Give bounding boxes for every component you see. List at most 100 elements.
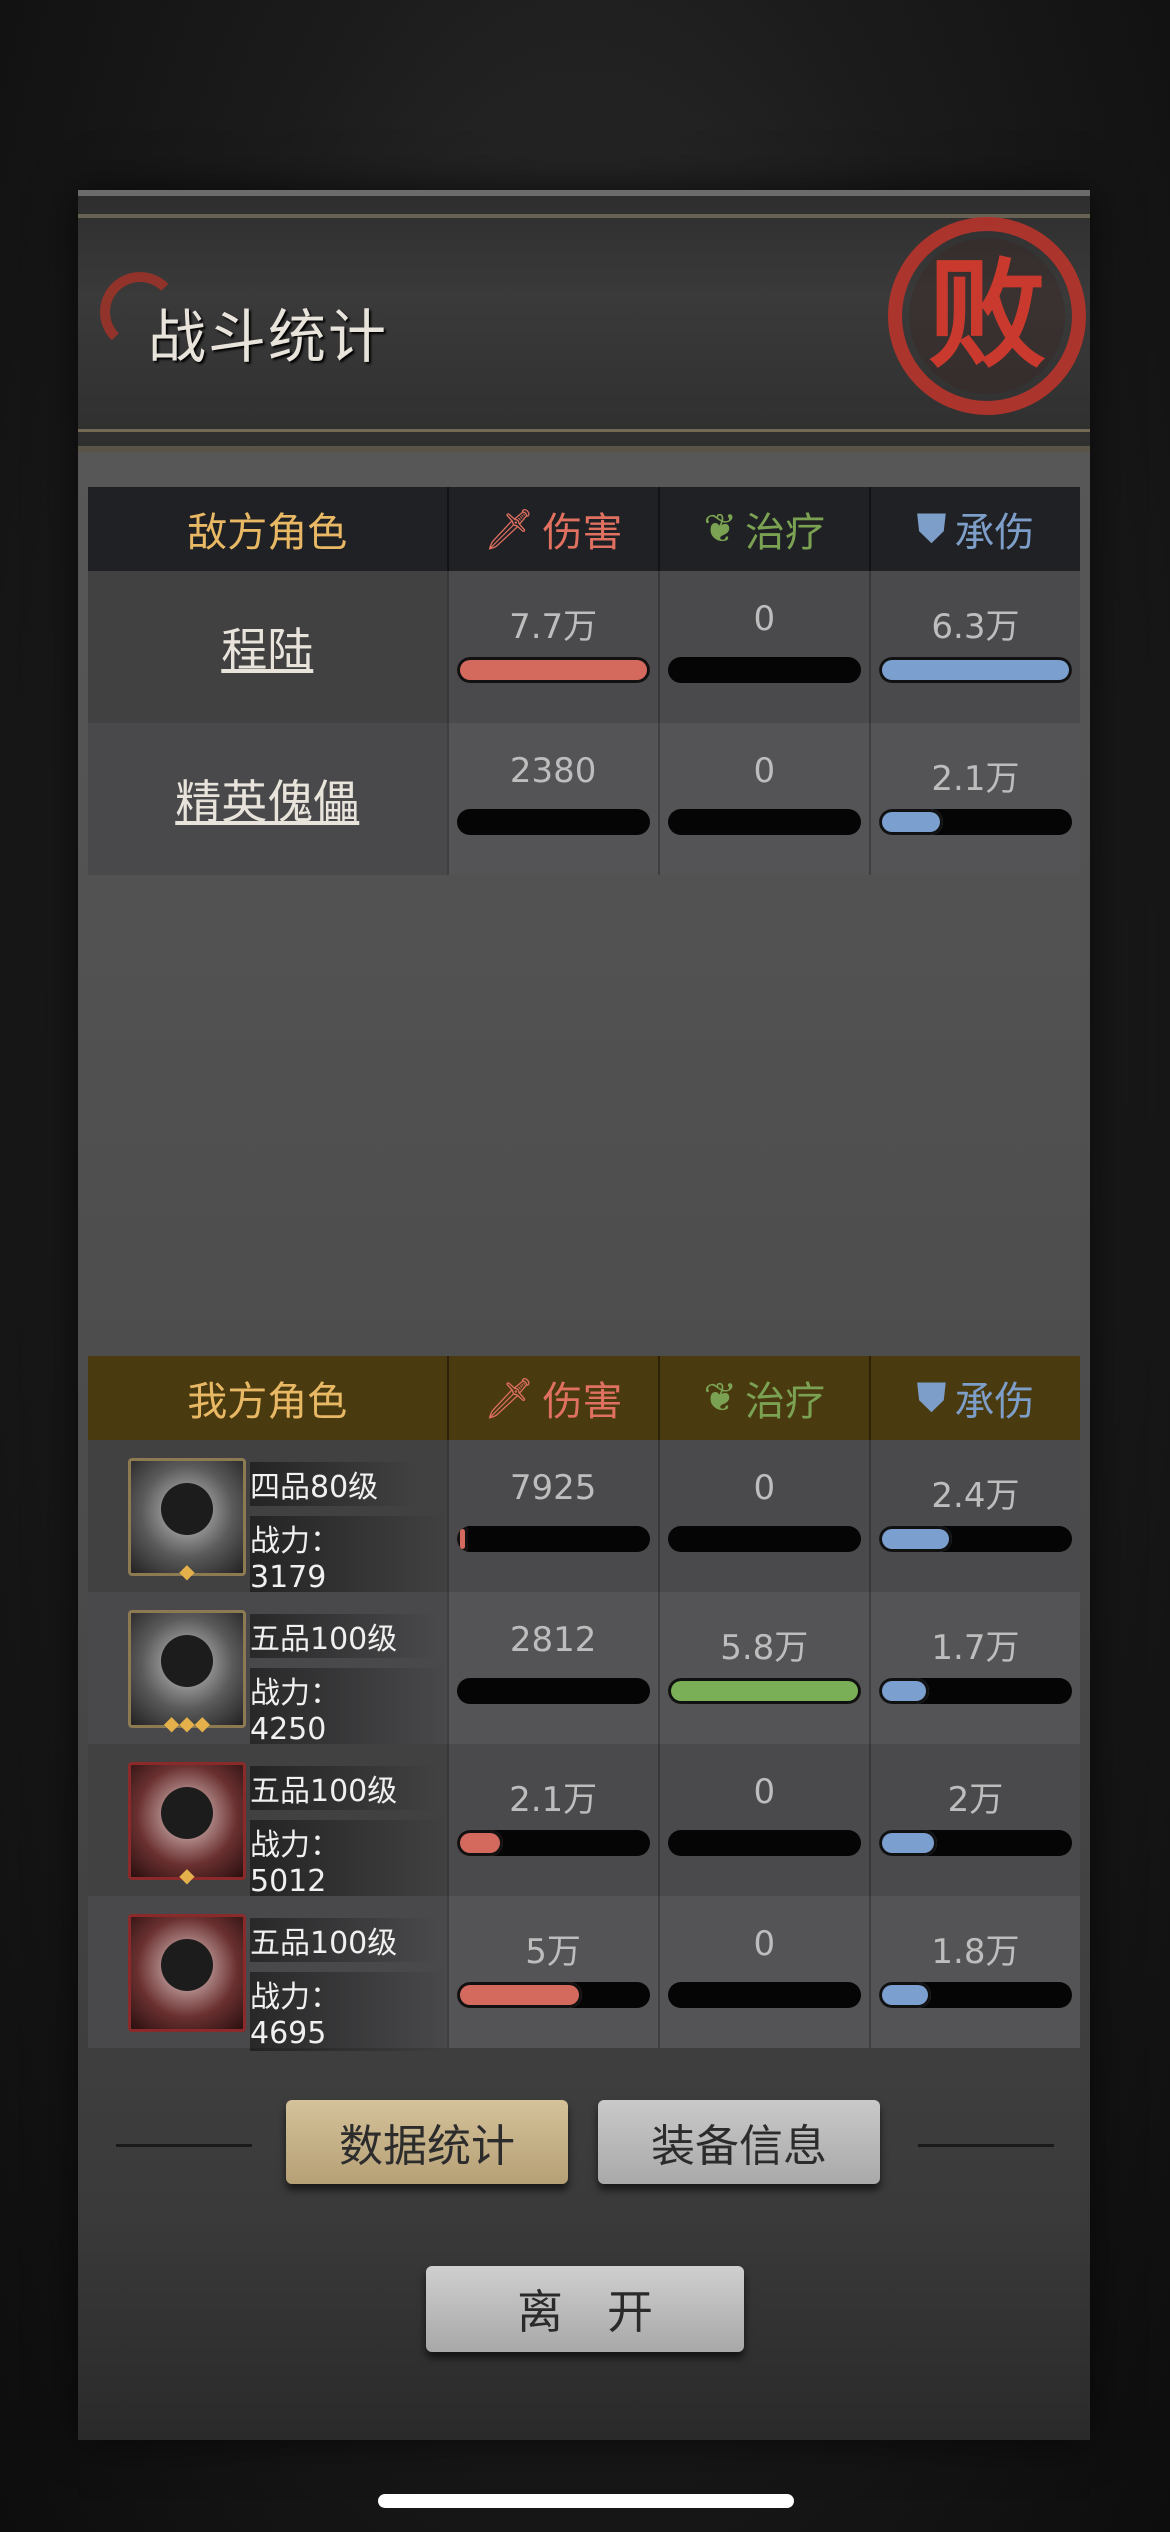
damage-column-header[interactable]: 🗡 伤害 <box>446 1356 658 1440</box>
portrait-icon <box>161 1939 213 1991</box>
avatar[interactable]: ◆ <box>128 1458 246 1583</box>
hero-power: 战力：3179 <box>250 1516 447 1595</box>
tank-bar-fill <box>878 1982 931 2008</box>
tank-column-header[interactable]: ⛊ 承伤 <box>868 1356 1080 1440</box>
heal-cell: 0 <box>657 571 869 723</box>
enemy-name-cell: 程陆 <box>88 571 447 723</box>
tab-data-stats[interactable]: 数据统计 <box>286 2100 568 2184</box>
heal-column-header[interactable]: ❦ 治疗 <box>657 1356 869 1440</box>
hero-rank: 五品100级 <box>250 1614 438 1658</box>
damage-cell: 2.1万 <box>446 1744 658 1896</box>
damage-label: 伤害 <box>542 1379 623 1425</box>
hero-rank: 五品100级 <box>250 1766 438 1810</box>
divider-left <box>116 2144 252 2147</box>
defeat-seal-icon: 败 <box>888 217 1086 415</box>
tab-equipment-info[interactable]: 装备信息 <box>598 2100 880 2184</box>
damage-bar <box>456 1830 650 1856</box>
tank-value: 1.7万 <box>931 1628 1020 1668</box>
damage-cell: 7.7万 <box>446 571 658 723</box>
avatar[interactable] <box>128 1914 246 2032</box>
ally-table-header: 我方角色 🗡 伤害 ❦ 治疗 ⛊ 承伤 <box>88 1356 1080 1440</box>
tank-bar <box>878 809 1073 835</box>
heal-bar <box>667 1678 861 1704</box>
heal-value: 0 <box>753 1924 776 1964</box>
heal-bar <box>667 1526 861 1552</box>
damage-bar <box>456 1526 650 1552</box>
enemy-name-link[interactable]: 精英傀儡 <box>175 766 359 832</box>
heal-cell: 0 <box>657 723 869 875</box>
star-gems-icon: ◆◆◆ <box>163 1711 211 1735</box>
home-indicator[interactable] <box>378 2494 794 2508</box>
tank-bar-fill <box>878 1678 930 1704</box>
enemy-table: 敌方角色 🗡 伤害 ❦ 治疗 ⛊ 承伤 程陆 7.7万 0 6.3万 精英傀儡 2380 0… <box>88 487 1080 1345</box>
damage-bar-fill <box>456 1526 469 1552</box>
ally-row[interactable]: ◆◆◆ 五品100级 战力：4250 2812 5.8万 1.7万 <box>88 1592 1080 1747</box>
shield-icon: ⛊ <box>916 1375 947 1421</box>
heal-column-header[interactable]: ❦ 治疗 <box>657 487 869 571</box>
tank-bar-fill <box>878 1526 953 1552</box>
tank-bar <box>878 1678 1073 1704</box>
damage-value: 7925 <box>509 1468 597 1508</box>
divider-right <box>918 2144 1054 2147</box>
heal-value: 0 <box>753 751 776 791</box>
portrait-icon <box>161 1483 213 1535</box>
ally-hero-cell: ◆ 四品80级战力：3179 <box>88 1440 447 1595</box>
tank-label: 承伤 <box>954 510 1035 556</box>
ally-row[interactable]: ◆ 五品100级战力：5012 2.1万 0 2万 <box>88 1744 1080 1899</box>
avatar[interactable]: ◆◆◆ <box>128 1610 246 1735</box>
avatar[interactable]: ◆ <box>128 1762 246 1887</box>
leaf-icon: ❦ <box>703 1375 738 1421</box>
leave-button[interactable]: 离开 <box>426 2266 744 2352</box>
tank-cell: 1.8万 <box>868 1896 1080 2048</box>
enemy-row[interactable]: 程陆 7.7万 0 6.3万 <box>88 571 1080 723</box>
tank-cell: 2万 <box>868 1744 1080 1896</box>
star-gems-icon: ◆ <box>179 1863 195 1887</box>
tank-bar <box>878 1982 1073 2008</box>
heal-cell: 0 <box>657 1896 869 2048</box>
tank-bar-fill <box>878 657 1073 683</box>
damage-value: 7.7万 <box>509 607 598 647</box>
damage-value: 2812 <box>509 1620 597 1660</box>
hero-power: 战力：5012 <box>250 1820 447 1899</box>
ally-row[interactable]: ◆ 四品80级战力：3179 7925 0 2.4万 <box>88 1440 1080 1595</box>
heal-cell: 0 <box>657 1440 869 1592</box>
damage-cell: 5万 <box>446 1896 658 2048</box>
damage-cell: 2812 <box>446 1592 658 1744</box>
damage-column-header[interactable]: 🗡 伤害 <box>446 487 658 571</box>
heal-bar <box>667 809 861 835</box>
ally-table: 我方角色 🗡 伤害 ❦ 治疗 ⛊ 承伤 ◆ 四品80级 战力：3179 7925 0 2.… <box>88 1356 1080 2051</box>
tank-value: 6.3万 <box>931 607 1020 647</box>
heal-bar-fill <box>667 1678 861 1704</box>
sword-icon: 🗡 <box>483 1375 535 1422</box>
tank-cell: 2.1万 <box>868 723 1080 875</box>
enemy-row[interactable]: 精英傀儡 2380 0 2.1万 <box>88 723 1080 875</box>
ally-row[interactable]: 五品100级 战力：4695 5万 0 1.8万 <box>88 1896 1080 2051</box>
heal-bar <box>667 1830 861 1856</box>
bottom-tabs: 数据统计 装备信息 <box>0 2100 1170 2190</box>
enemy-name-cell: 精英傀儡 <box>88 723 447 875</box>
heal-value: 0 <box>753 1772 776 1812</box>
shield-icon: ⛊ <box>916 506 947 552</box>
heal-label: 治疗 <box>745 510 826 556</box>
ally-header-label: 我方角色 <box>187 1379 348 1425</box>
hero-rank: 四品80级 <box>250 1462 419 1506</box>
heal-bar <box>667 657 861 683</box>
damage-bar <box>456 809 650 835</box>
damage-bar-fill <box>456 1830 503 1856</box>
seal-char: 败 <box>928 245 1046 384</box>
damage-bar <box>456 1982 650 2008</box>
tank-column-header[interactable]: ⛊ 承伤 <box>868 487 1080 571</box>
damage-label: 伤害 <box>542 510 623 556</box>
tank-bar-fill <box>878 1830 937 1856</box>
enemy-empty-area <box>88 875 1080 1345</box>
damage-cell: 7925 <box>446 1440 658 1592</box>
heal-value: 0 <box>753 599 776 639</box>
heal-cell: 0 <box>657 1744 869 1896</box>
enemy-name-link[interactable]: 程陆 <box>221 614 313 680</box>
damage-bar-fill <box>456 657 650 683</box>
star-gems-icon: ◆ <box>179 1559 195 1583</box>
tank-cell: 2.4万 <box>868 1440 1080 1592</box>
damage-value: 5万 <box>525 1932 581 1972</box>
hero-power: 战力：4695 <box>250 1972 447 2051</box>
ally-hero-cell: ◆ 五品100级战力：5012 <box>88 1744 447 1899</box>
